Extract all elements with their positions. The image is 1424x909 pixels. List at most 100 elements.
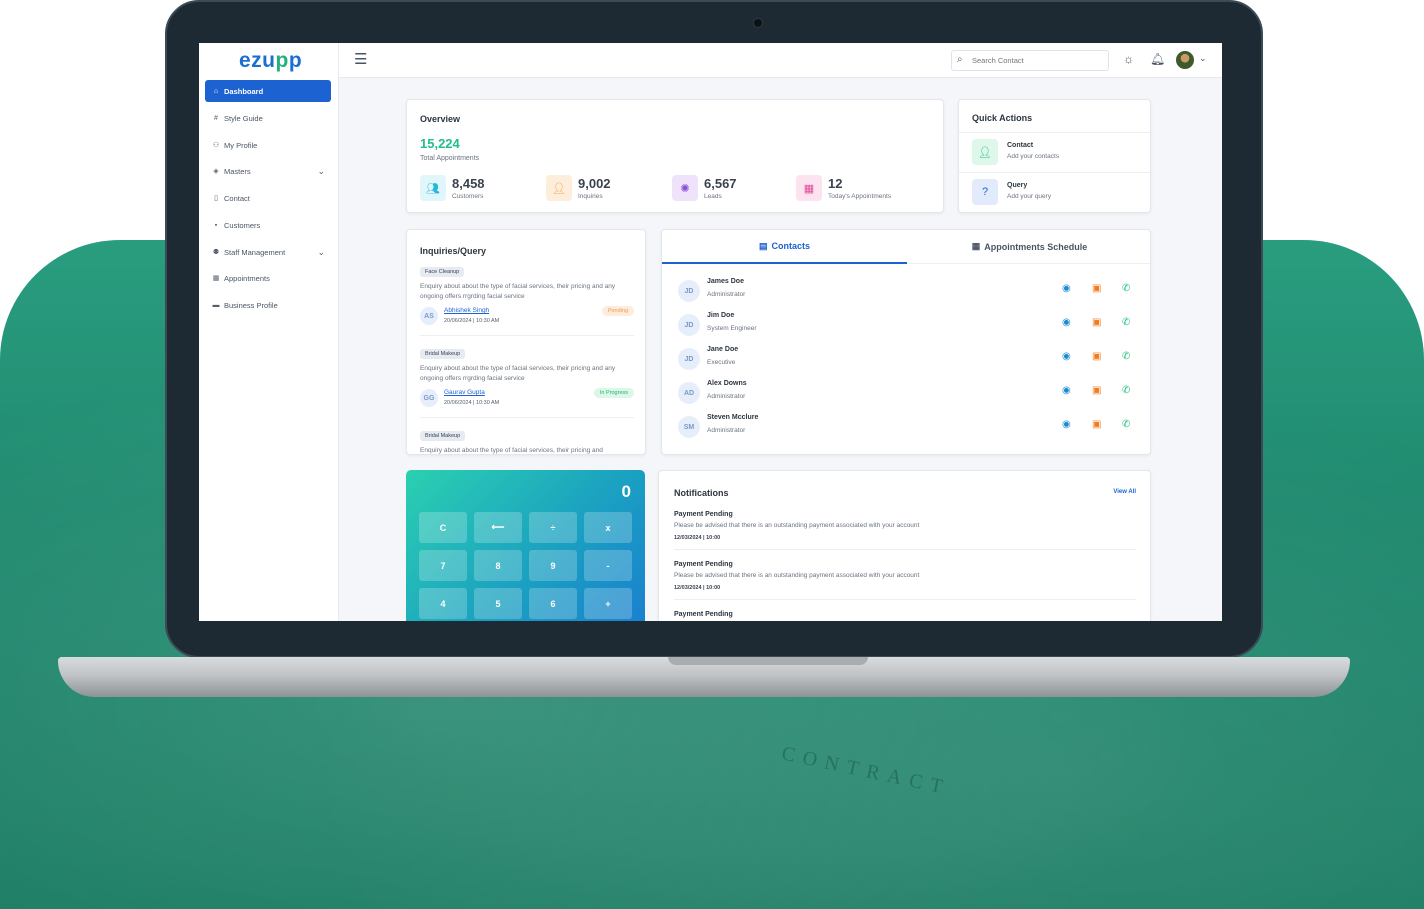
topbar: ☰ ⌕ ☼ 🔔︎ ⌄ bbox=[339, 43, 1222, 78]
profile-icon[interactable]: ◉ bbox=[1062, 419, 1071, 430]
sidebar-item-customers[interactable]: ▪ Customers bbox=[205, 214, 331, 236]
overview-title: Overview bbox=[420, 114, 461, 124]
camera-icon bbox=[753, 18, 763, 28]
sidebar-item-staff-management[interactable]: ⚉ Staff Management ⌄ bbox=[205, 241, 331, 263]
avatar: JD bbox=[678, 314, 700, 336]
phone-icon[interactable]: ✆ bbox=[1122, 317, 1130, 328]
chevron-down-icon: ⌄ bbox=[317, 165, 325, 176]
sidebar-item-appointments[interactable]: ▦ Appointments bbox=[205, 267, 331, 289]
calendar-add-icon[interactable]: ▣ bbox=[1092, 385, 1101, 396]
contact-row[interactable]: SM Steven Mcclure Administrator ◉ ▣ ✆ bbox=[678, 414, 1138, 444]
profile-icon[interactable]: ◉ bbox=[1062, 317, 1071, 328]
calendar-icon: ▦ bbox=[796, 175, 822, 201]
notifications-card: Notifications View All Payment Pending P… bbox=[658, 470, 1151, 621]
calc-key[interactable]: 4 bbox=[419, 588, 467, 619]
inquiry-item[interactable]: Bridal Makeup Enquiry about about the ty… bbox=[420, 349, 634, 419]
laptop-notch bbox=[668, 657, 868, 665]
contact-row[interactable]: JD Jim Doe System Engineer ◉ ▣ ✆ bbox=[678, 312, 1138, 342]
overview-card: Overview 15,224 Total Appointments 👥︎ 8,… bbox=[406, 99, 944, 213]
sidebar-item-business-profile[interactable]: ▬ Business Profile bbox=[205, 294, 331, 316]
inquiry-user-link[interactable]: Abhishek Singh bbox=[444, 307, 489, 314]
theme-toggle-icon[interactable]: ☼ bbox=[1123, 52, 1134, 66]
view-all-link[interactable]: View All bbox=[1113, 489, 1136, 495]
inquiry-user-link[interactable]: Gaurav Gupta bbox=[444, 389, 485, 396]
divider bbox=[420, 335, 634, 336]
stat-leads: ✺ 6,567 Leads bbox=[672, 175, 792, 203]
avatar[interactable] bbox=[1175, 50, 1195, 70]
notification-item[interactable]: Payment Pending Please be advised that t… bbox=[674, 511, 1136, 559]
calendar-icon: ▦ bbox=[212, 275, 220, 282]
inquiry-item[interactable]: Bridal Makeup Enquiry about about the ty… bbox=[420, 431, 634, 454]
notification-item[interactable]: Payment Pending Please be advised that t… bbox=[674, 561, 1136, 609]
calendar-add-icon[interactable]: ▣ bbox=[1092, 351, 1101, 362]
phone-icon[interactable]: ✆ bbox=[1122, 351, 1130, 362]
chevron-down-icon: ⌄ bbox=[317, 246, 325, 257]
contact-row[interactable]: JD Jane Doe Executive ◉ ▣ ✆ bbox=[678, 346, 1138, 376]
calc-key[interactable]: ÷ bbox=[529, 512, 577, 543]
sidebar: ezupp ⌂ Dashboard # Style Guide ⚇ My Profil… bbox=[199, 43, 339, 621]
quick-action-query[interactable]: ? Query Add your query bbox=[959, 172, 1150, 212]
avatar: AS bbox=[420, 307, 438, 325]
tab-contacts[interactable]: ▤ Contacts bbox=[662, 230, 907, 264]
contact-row[interactable]: JD James Doe Administrator ◉ ▣ ✆ bbox=[678, 278, 1138, 308]
inquiry-tag: Bridal Makeup bbox=[420, 431, 466, 441]
calculator-display: 0 bbox=[621, 482, 631, 501]
inquiries-card: Inquiries/Query Face Cleanup Enquiry abo… bbox=[406, 229, 646, 455]
inquiry-item[interactable]: Face Cleanup Enquiry about about the typ… bbox=[420, 267, 634, 337]
profile-icon[interactable]: ◉ bbox=[1062, 283, 1071, 294]
inquiry-tag: Face Cleanup bbox=[420, 267, 465, 277]
query-icon: ? bbox=[972, 179, 998, 205]
contact-icon: ▯ bbox=[214, 195, 218, 202]
layers-icon: ◈ bbox=[213, 168, 219, 175]
contact-row[interactable]: AD Alex Downs Administrator ◉ ▣ ✆ bbox=[678, 380, 1138, 410]
phone-icon[interactable]: ✆ bbox=[1122, 385, 1130, 396]
briefcase-icon: ▬ bbox=[212, 301, 220, 309]
calculator-widget: 0 C ⟵ ÷ x 7 8 9 - 4 5 6 + bbox=[406, 470, 645, 621]
tab-appointments-schedule[interactable]: ▦ Appointments Schedule bbox=[907, 230, 1150, 264]
sidebar-item-contact[interactable]: ▯ Contact bbox=[205, 187, 331, 209]
calc-key[interactable]: 5 bbox=[474, 588, 522, 619]
logo-arrow: p bbox=[275, 49, 289, 72]
avatar: GG bbox=[420, 389, 438, 407]
calc-key[interactable]: C bbox=[419, 512, 467, 543]
sidebar-item-style-guide[interactable]: # Style Guide bbox=[205, 107, 331, 129]
staff-icon: ⚉ bbox=[212, 249, 220, 256]
stat-inquiries: 👤︎ 9,002 Inquiries bbox=[546, 175, 666, 203]
bell-icon[interactable]: 🔔︎ bbox=[1150, 52, 1165, 66]
total-appointments-label: Total Appointments bbox=[420, 155, 480, 162]
calc-key[interactable]: - bbox=[584, 550, 632, 581]
calendar-add-icon[interactable]: ▣ bbox=[1092, 317, 1101, 328]
calc-key[interactable]: + bbox=[584, 588, 632, 619]
search-icon: ⌕ bbox=[957, 54, 963, 65]
sidebar-item-my-profile[interactable]: ⚇ My Profile bbox=[205, 134, 331, 156]
menu-icon[interactable]: ☰ bbox=[354, 50, 367, 68]
calc-key[interactable]: 9 bbox=[529, 550, 577, 581]
phone-icon[interactable]: ✆ bbox=[1122, 419, 1130, 430]
phone-icon[interactable]: ✆ bbox=[1122, 283, 1130, 294]
divider bbox=[674, 599, 1136, 600]
search-input[interactable] bbox=[972, 53, 1102, 68]
customers-icon: 👥︎ bbox=[420, 175, 446, 201]
user-icon: ⚇ bbox=[212, 142, 220, 149]
profile-icon[interactable]: ◉ bbox=[1062, 351, 1071, 362]
calc-key[interactable]: x bbox=[584, 512, 632, 543]
leads-icon: ✺ bbox=[672, 175, 698, 201]
profile-icon[interactable]: ◉ bbox=[1062, 385, 1071, 396]
avatar: AD bbox=[678, 382, 700, 404]
notification-item[interactable]: Payment Pending bbox=[674, 611, 1136, 621]
stat-customers: 👥︎ 8,458 Customers bbox=[420, 175, 540, 203]
calc-key[interactable]: 6 bbox=[529, 588, 577, 619]
calc-key[interactable]: 7 bbox=[419, 550, 467, 581]
sidebar-item-masters[interactable]: ◈ Masters ⌄ bbox=[205, 160, 331, 182]
contacts-card: ▤ Contacts ▦ Appointments Schedule JD Jame… bbox=[661, 229, 1151, 455]
customers-icon: ▪ bbox=[214, 221, 218, 229]
calc-key[interactable]: 8 bbox=[474, 550, 522, 581]
calendar-add-icon[interactable]: ▣ bbox=[1092, 283, 1101, 294]
chevron-down-icon[interactable]: ⌄ bbox=[1199, 53, 1207, 64]
app-logo[interactable]: ezupp bbox=[239, 49, 302, 73]
quick-action-contact[interactable]: 👤︎ Contact Add your contacts bbox=[959, 132, 1150, 172]
divider bbox=[674, 549, 1136, 550]
sidebar-item-dashboard[interactable]: ⌂ Dashboard bbox=[205, 80, 331, 102]
calc-key[interactable]: ⟵ bbox=[474, 512, 522, 543]
calendar-add-icon[interactable]: ▣ bbox=[1092, 419, 1101, 430]
